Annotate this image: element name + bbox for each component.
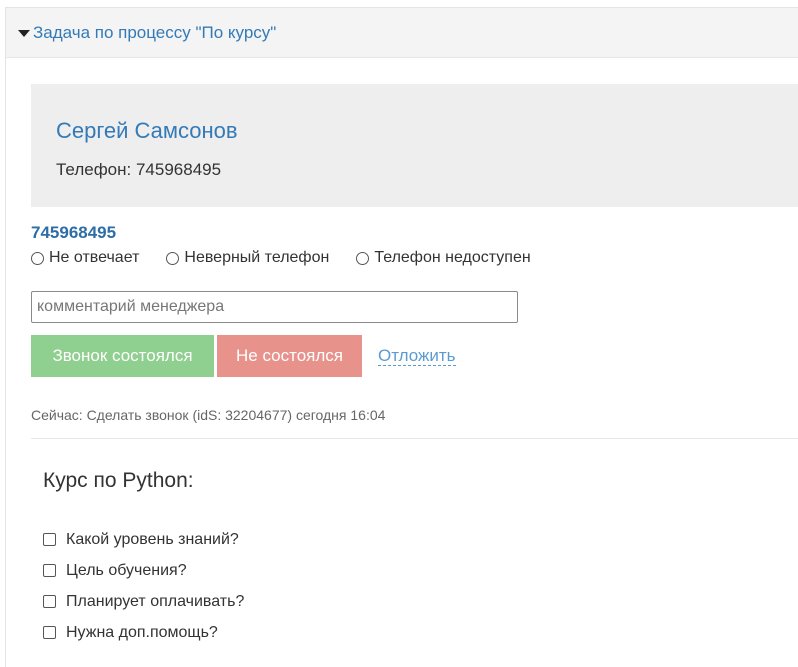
- checkbox-icon[interactable]: [43, 533, 56, 546]
- panel-header-toggle[interactable]: Задача по процессу "По курсу": [6, 8, 798, 58]
- caret-down-icon: [18, 29, 30, 37]
- phone-number-link[interactable]: 745968495: [31, 223, 116, 243]
- course-title: Курс по Python:: [43, 469, 194, 492]
- call-failed-button[interactable]: Не состоялся: [217, 335, 362, 377]
- checklist-label: Нужна доп.помощь?: [66, 623, 218, 641]
- contact-card: Сергей Самсонов Телефон: 745968495: [31, 84, 798, 207]
- call-outcome-options: Не отвечает Неверный телефон Телефон нед…: [31, 249, 558, 267]
- contact-name-link[interactable]: Сергей Самсонов: [56, 118, 238, 144]
- checkbox-icon[interactable]: [43, 564, 56, 577]
- radio-label: Неверный телефон: [184, 249, 330, 266]
- radio-wrong-phone[interactable]: Неверный телефон: [166, 249, 329, 267]
- checklist-item-knowledge-level[interactable]: Какой уровень знаний?: [43, 524, 244, 555]
- radio-label: Телефон недоступен: [374, 249, 531, 266]
- manager-comment-input[interactable]: [31, 291, 518, 323]
- checkbox-icon[interactable]: [43, 626, 56, 639]
- contact-phone-text: Телефон: 745968495: [56, 160, 222, 179]
- task-panel: Задача по процессу "По курсу" Сергей Сам…: [5, 7, 798, 667]
- radio-circle-icon[interactable]: [356, 251, 370, 265]
- radio-circle-icon[interactable]: [166, 251, 180, 265]
- current-status-text: Сейчас: Сделать звонок (idS: 32204677) с…: [31, 407, 386, 423]
- checklist-label: Какой уровень знаний?: [66, 530, 239, 548]
- checklist-label: Планирует оплачивать?: [66, 592, 245, 610]
- panel-title[interactable]: Задача по процессу "По курсу": [33, 23, 276, 43]
- call-success-button[interactable]: Звонок состоялся: [31, 335, 214, 377]
- course-checklist: Какой уровень знаний? Цель обучения? Пла…: [43, 524, 244, 648]
- checklist-item-extra-help[interactable]: Нужна доп.помощь?: [43, 617, 244, 648]
- radio-no-answer[interactable]: Не отвечает: [31, 249, 139, 267]
- postpone-link[interactable]: Отложить: [378, 346, 456, 366]
- radio-circle-icon[interactable]: [31, 251, 44, 265]
- checklist-label: Цель обучения?: [66, 561, 187, 579]
- checkbox-icon[interactable]: [43, 595, 56, 608]
- radio-phone-unavailable[interactable]: Телефон недоступен: [356, 249, 531, 267]
- checklist-item-learning-goal[interactable]: Цель обучения?: [43, 555, 244, 586]
- checklist-item-plans-to-pay[interactable]: Планирует оплачивать?: [43, 586, 244, 617]
- divider: [31, 438, 798, 439]
- radio-label: Не отвечает: [49, 249, 140, 266]
